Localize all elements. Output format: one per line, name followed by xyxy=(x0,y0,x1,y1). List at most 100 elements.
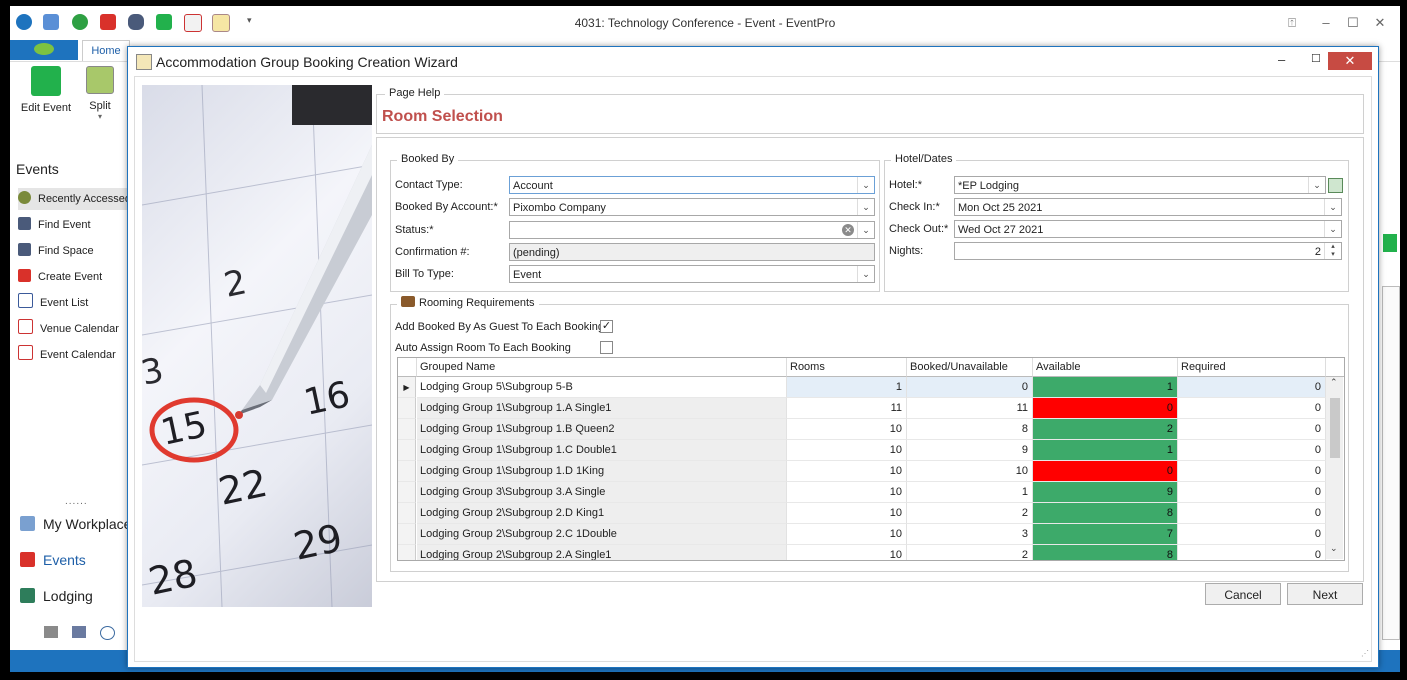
building-icon[interactable] xyxy=(72,626,86,638)
row-selector[interactable] xyxy=(398,419,416,440)
dialog-maximize-button[interactable]: ☐ xyxy=(1311,52,1321,65)
nav-item-create-event[interactable]: Create Event xyxy=(18,266,128,288)
check-in-value: Mon Oct 25 2021 xyxy=(958,202,1043,214)
contact-type-select[interactable]: Account ⌄ xyxy=(509,176,875,194)
booked-by-account-value: Pixombo Company xyxy=(513,202,606,214)
table-row[interactable]: ▶ Lodging Group 5\Subgroup 5-B 1 0 1 0 xyxy=(398,377,1326,398)
nav-item-find-space[interactable]: Find Space xyxy=(18,240,128,262)
cell-required[interactable]: 0 xyxy=(1178,524,1326,545)
resize-grip-icon[interactable]: ⋰ xyxy=(1361,649,1369,658)
table-row[interactable]: Lodging Group 2\Subgroup 2.A Single1 10 2 8… xyxy=(398,545,1326,560)
cell-required[interactable]: 0 xyxy=(1178,398,1326,419)
column-header-grouped-name[interactable]: Grouped Name xyxy=(417,358,787,377)
chevron-down-icon[interactable]: ⌄ xyxy=(857,266,874,282)
cancel-button[interactable]: Cancel xyxy=(1205,583,1281,605)
table-row[interactable]: Lodging Group 1\Subgroup 1.D 1King 10 10 0 0 xyxy=(398,461,1326,482)
maximize-button[interactable]: ☐ xyxy=(1341,15,1365,31)
row-selector[interactable] xyxy=(398,440,416,461)
scroll-down-icon[interactable]: ⌄ xyxy=(1330,543,1338,554)
booked-by-account-select[interactable]: Pixombo Company ⌄ xyxy=(509,198,875,216)
nav-item-my-workplace[interactable]: My Workplace xyxy=(20,511,128,537)
nights-stepper[interactable]: 2 ▴ ▾ xyxy=(954,242,1342,260)
scrollbar-thumb[interactable] xyxy=(1330,398,1340,458)
dialog-minimize-button[interactable]: – xyxy=(1278,52,1285,67)
cell-required[interactable]: 0 xyxy=(1178,461,1326,482)
current-row-indicator-icon[interactable]: ▶ xyxy=(398,377,416,398)
row-selector[interactable] xyxy=(398,545,416,560)
table-row[interactable]: Lodging Group 1\Subgroup 1.A Single1 11 11… xyxy=(398,398,1326,419)
auto-assign-checkbox[interactable] xyxy=(600,341,613,354)
cell-required[interactable]: 0 xyxy=(1178,482,1326,503)
cell-available: 9 xyxy=(1033,482,1178,503)
nav-item-lodging[interactable]: Lodging xyxy=(20,583,128,609)
cell-booked: 8 xyxy=(907,419,1033,440)
edit-event-button[interactable]: Edit Event xyxy=(18,66,74,114)
table-row[interactable]: Lodging Group 3\Subgroup 3.A Single 10 1 9 0 xyxy=(398,482,1326,503)
clear-icon[interactable]: ✕ xyxy=(842,224,854,236)
nav-splitter[interactable]: ...... xyxy=(65,496,88,507)
dialog-close-button[interactable]: ✕ xyxy=(1328,52,1372,70)
row-selector[interactable] xyxy=(398,461,416,482)
cell-booked: 2 xyxy=(907,545,1033,560)
chevron-down-icon[interactable]: ⌄ xyxy=(857,177,874,193)
table-row[interactable]: Lodging Group 2\Subgroup 2.D King1 10 2 8 0 xyxy=(398,503,1326,524)
pin-window-icon[interactable]: ⍐ xyxy=(1280,15,1304,31)
chat-icon[interactable] xyxy=(100,626,115,640)
check-in-date[interactable]: Mon Oct 25 2021 ⌄ xyxy=(954,198,1342,216)
chevron-down-icon[interactable]: ⌄ xyxy=(857,222,874,238)
configure-icon[interactable] xyxy=(44,626,58,638)
row-selector[interactable] xyxy=(398,524,416,545)
calendar-number: 15 xyxy=(157,404,210,454)
application-menu-button[interactable] xyxy=(10,40,78,60)
cell-required[interactable]: 0 xyxy=(1178,419,1326,440)
stepper-arrows-icon[interactable]: ▴ ▾ xyxy=(1324,243,1341,259)
row-selector[interactable] xyxy=(398,482,416,503)
tab-home[interactable]: Home xyxy=(82,40,130,61)
table-row[interactable]: Lodging Group 2\Subgroup 2.C 1Double 10 3 7… xyxy=(398,524,1326,545)
calendar-number: 3 xyxy=(142,350,167,394)
table-row[interactable]: Lodging Group 1\Subgroup 1.B Queen2 10 8 2 0 xyxy=(398,419,1326,440)
nav-item-find-event[interactable]: Find Event xyxy=(18,214,128,236)
calendar-number: 16 xyxy=(300,374,353,424)
check-out-date[interactable]: Wed Oct 27 2021 ⌄ xyxy=(954,220,1342,238)
column-header-required[interactable]: Required xyxy=(1178,358,1326,377)
chevron-down-icon[interactable]: ⌄ xyxy=(1324,199,1341,215)
cell-rooms: 11 xyxy=(787,398,907,419)
chevron-down-icon[interactable]: ⌄ xyxy=(1324,221,1341,237)
column-header-available[interactable]: Available xyxy=(1033,358,1178,377)
minimize-button[interactable]: – xyxy=(1314,15,1338,30)
check-out-label: Check Out:* xyxy=(889,223,949,235)
check-out-value: Wed Oct 27 2021 xyxy=(958,224,1044,236)
bill-to-type-select[interactable]: Event ⌄ xyxy=(509,265,875,283)
nav-item-event-list[interactable]: Event List xyxy=(18,292,128,314)
hotel-select[interactable]: *EP Lodging ⌄ xyxy=(954,176,1326,194)
chevron-down-icon[interactable]: ⌄ xyxy=(857,199,874,215)
cell-booked: 11 xyxy=(907,398,1033,419)
hotel-dates-legend: Hotel/Dates xyxy=(891,153,957,165)
nav-item-recently-accessed[interactable]: Recently Accessed xyxy=(18,188,128,210)
clock-icon xyxy=(18,191,31,204)
cell-available: 0 xyxy=(1033,398,1178,419)
cell-grouped-name: Lodging Group 2\Subgroup 2.D King1 xyxy=(417,503,787,524)
scroll-up-icon[interactable]: ⌃ xyxy=(1330,377,1338,388)
column-header-rooms[interactable]: Rooms xyxy=(787,358,907,377)
hotel-lookup-icon[interactable] xyxy=(1328,178,1343,193)
cell-required[interactable]: 0 xyxy=(1178,440,1326,461)
nav-item-venue-calendar[interactable]: Venue Calendar xyxy=(18,318,128,340)
status-select[interactable]: ✕ ⌄ xyxy=(509,221,875,239)
cell-required[interactable]: 0 xyxy=(1178,545,1326,560)
nav-item-event-calendar[interactable]: Event Calendar xyxy=(18,344,128,366)
row-selector[interactable] xyxy=(398,398,416,419)
split-button[interactable]: Split ▾ xyxy=(82,66,118,121)
close-window-button[interactable]: ✕ xyxy=(1368,15,1392,31)
cell-required[interactable]: 0 xyxy=(1178,377,1326,398)
next-button[interactable]: Next xyxy=(1287,583,1363,605)
row-selector[interactable] xyxy=(398,503,416,524)
add-guest-checkbox[interactable]: ✓ xyxy=(600,320,613,333)
column-header-booked[interactable]: Booked/Unavailable xyxy=(907,358,1033,377)
nights-label: Nights: xyxy=(889,245,924,257)
chevron-down-icon[interactable]: ⌄ xyxy=(1308,177,1325,193)
nav-item-events[interactable]: Events xyxy=(20,547,128,573)
table-row[interactable]: Lodging Group 1\Subgroup 1.C Double1 10 9 1… xyxy=(398,440,1326,461)
cell-required[interactable]: 0 xyxy=(1178,503,1326,524)
